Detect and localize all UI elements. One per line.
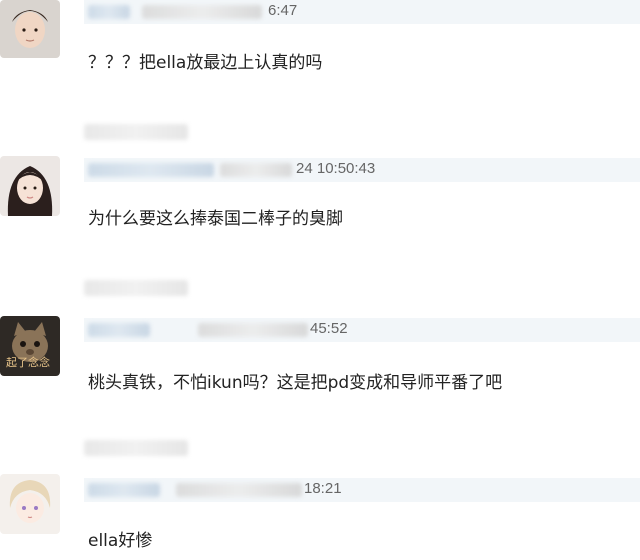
comment-timestamp: 18:21 — [304, 480, 342, 497]
redacted-username — [88, 483, 160, 497]
comment-text: 桃头真铁，不怕ikun吗？这是把pd变成和导师平番了吧 — [88, 373, 503, 393]
comment-meta-bar: 45:52 — [84, 318, 640, 342]
redacted-date — [176, 483, 302, 497]
comment-text: 为什么要这么捧泰国二棒子的臭脚 — [88, 209, 343, 229]
avatar-cat-icon[interactable]: 起了念念 — [0, 316, 60, 376]
avatar-anime-boy-icon[interactable] — [0, 474, 60, 534]
redacted-date — [220, 163, 292, 177]
avatar-caption: 起了念念 — [6, 356, 50, 369]
redacted-username — [88, 323, 150, 337]
redacted-date — [198, 323, 308, 337]
avatar-young-man-icon[interactable] — [0, 0, 60, 58]
comment-timestamp: 24 10:50:43 — [296, 160, 376, 177]
redacted-action-bar — [84, 440, 188, 456]
redacted-username — [88, 163, 214, 177]
comment-meta-bar: 6:47 — [84, 0, 640, 24]
avatar-girl-icon[interactable] — [0, 156, 60, 216]
redacted-action-bar — [84, 124, 188, 140]
redacted-username — [88, 5, 130, 19]
comment-text: ？？？把ella放最边上认真的吗 — [88, 53, 323, 73]
redacted-action-bar — [84, 280, 188, 296]
redacted-date — [142, 5, 262, 19]
comment-text: ella好惨 — [88, 531, 153, 551]
comment-timestamp: 6:47 — [268, 2, 298, 19]
comment-timestamp: 45:52 — [310, 320, 348, 337]
comment-meta-bar: 18:21 — [84, 478, 640, 502]
comment-meta-bar: 24 10:50:43 — [84, 158, 640, 182]
